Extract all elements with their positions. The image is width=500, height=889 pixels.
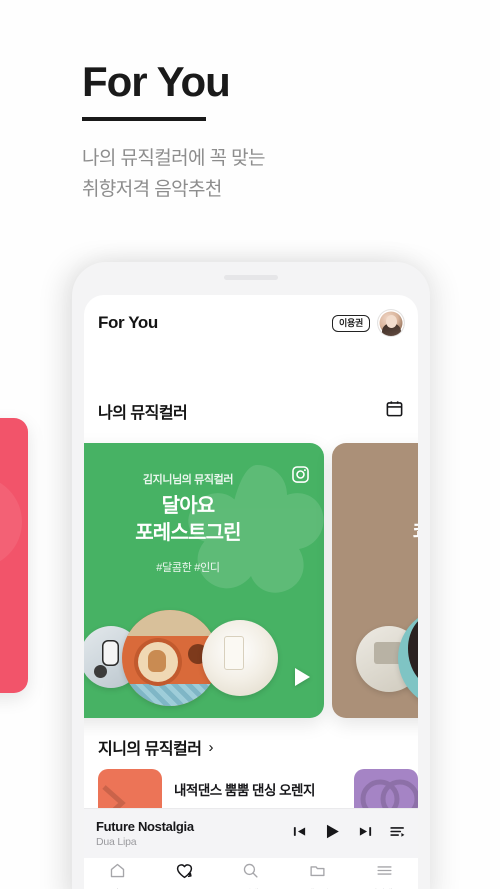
screenshot-root: For You 나의 뮤직컬러에 꼭 맞는 취향저격 음악추천 For You … bbox=[0, 0, 500, 889]
chevron-right-icon[interactable]: › bbox=[209, 739, 214, 756]
player-track-artist: Dua Lipa bbox=[96, 836, 137, 848]
page-title: For You bbox=[82, 58, 231, 105]
phone-mockup: For You 이용권 나의 뮤직컬러 김지니님의 뮤직컬러 달아요 포레스트그… bbox=[72, 262, 430, 889]
card-name: 눈을 감고 콰이엇 비스코 bbox=[332, 493, 418, 547]
card-kicker: 김지니님의 뮤직컬러 bbox=[142, 474, 234, 486]
card-tags: #달콤한 #인디 bbox=[156, 562, 220, 574]
menu-icon bbox=[376, 862, 393, 884]
search-icon bbox=[242, 862, 259, 884]
app-title: For You bbox=[98, 313, 158, 332]
color-card-brown[interactable]: 김지니님의 뮤직컬러 눈을 감고 콰이엇 비스코 #잔잔한 #발라드 bbox=[332, 443, 418, 718]
avatar[interactable] bbox=[378, 310, 404, 336]
playlist-icon[interactable] bbox=[389, 823, 406, 845]
nav-item-home[interactable]: 홈 bbox=[84, 862, 151, 889]
nav-item-my-music[interactable]: 내음악 bbox=[284, 862, 351, 889]
play-icon[interactable] bbox=[295, 668, 310, 686]
phone-screen: For You 이용권 나의 뮤직컬러 김지니님의 뮤직컬러 달아요 포레스트그… bbox=[84, 295, 418, 889]
phone-speaker bbox=[224, 275, 278, 280]
player-controls bbox=[292, 822, 406, 846]
skip-next-icon[interactable] bbox=[358, 824, 373, 844]
calendar-icon[interactable] bbox=[385, 399, 404, 423]
album-art[interactable] bbox=[202, 620, 278, 696]
album-art[interactable] bbox=[398, 608, 418, 708]
ticket-badge[interactable]: 이용권 bbox=[332, 314, 370, 332]
title-underline bbox=[82, 117, 206, 121]
list-item-title: 내적댄스 뿜뿜 댄싱 오렌지 bbox=[174, 783, 315, 798]
color-card-rail[interactable]: 김지니님의 뮤직컬러 달아요 포레스트그린 #달콤한 #인디 bbox=[84, 443, 418, 718]
card-kicker: 김지니님의 뮤직컬러 bbox=[332, 471, 418, 487]
header-actions: 이용권 bbox=[332, 310, 404, 336]
app-header: For You 이용권 bbox=[84, 295, 418, 351]
play-icon[interactable] bbox=[323, 822, 342, 846]
player-track-title: Future Nostalgia bbox=[96, 819, 194, 834]
folder-icon bbox=[309, 862, 326, 884]
color-card-green[interactable]: 김지니님의 뮤직컬러 달아요 포레스트그린 #달콤한 #인디 bbox=[84, 443, 324, 718]
bottom-nav: 홈 For You bbox=[84, 858, 418, 889]
home-icon bbox=[109, 862, 126, 884]
nav-item-for-you[interactable]: For You bbox=[151, 862, 218, 889]
skip-previous-icon[interactable] bbox=[292, 824, 307, 844]
section-header-my-music-color: 나의 뮤직컬러 bbox=[98, 399, 404, 423]
album-art-cluster bbox=[84, 600, 324, 712]
card-tags: #잔잔한 #발라드 bbox=[332, 559, 418, 575]
card-name: 달아요 포레스트그린 bbox=[135, 495, 241, 544]
hero-subtitle: 나의 뮤직컬러에 꼭 맞는 취향저격 음악추천 bbox=[82, 148, 265, 200]
section-title: 나의 뮤직컬러 bbox=[98, 405, 188, 422]
section-title: 지니의 뮤직컬러 bbox=[98, 741, 202, 758]
peek-card-left[interactable] bbox=[0, 418, 28, 693]
nav-item-search[interactable]: 검색 bbox=[218, 862, 285, 889]
player-track-info[interactable]: Future Nostalgia Dua Lipa bbox=[96, 819, 194, 848]
heart-icon bbox=[175, 862, 194, 885]
section-header-genie-music-color[interactable]: 지니의 뮤직컬러 › bbox=[98, 735, 404, 759]
album-art-cluster bbox=[332, 600, 418, 712]
nav-item-all-menu[interactable]: 전체메뉴 bbox=[351, 862, 418, 889]
mini-player: Future Nostalgia Dua Lipa bbox=[84, 808, 418, 858]
